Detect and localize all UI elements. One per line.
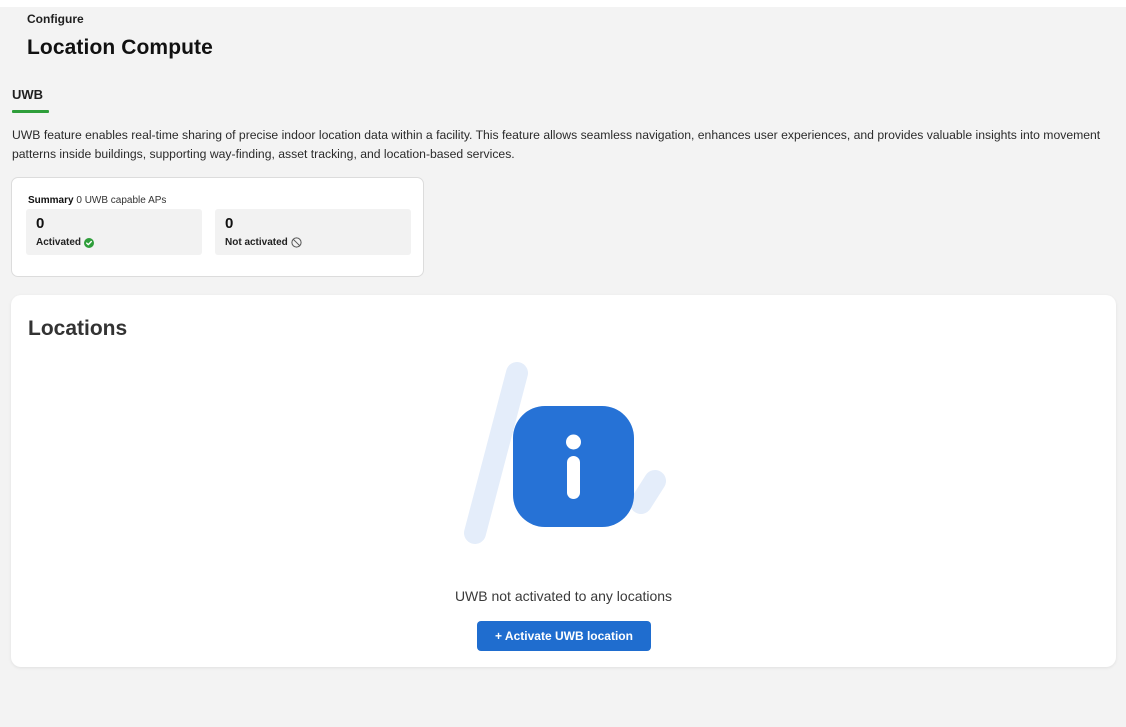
locations-card: Locations UWB not activated to any locat…	[11, 295, 1116, 667]
not-activated-count: 0	[225, 215, 234, 232]
breadcrumb[interactable]: Configure	[27, 12, 84, 26]
empty-state-illustration	[464, 362, 666, 544]
active-tab-indicator	[12, 110, 49, 113]
summary-ap-count: 0 UWB capable APs	[76, 195, 167, 206]
empty-state-text: UWB not activated to any locations	[454, 588, 673, 604]
check-circle-icon	[84, 237, 95, 248]
not-activated-label: Not activated	[225, 237, 288, 248]
summary-heading: Summary 0 UWB capable APs	[28, 195, 166, 206]
decor-bar-left	[464, 362, 528, 544]
feature-description: UWB feature enables real-time sharing of…	[12, 128, 1101, 161]
decor-bar-right	[630, 470, 666, 514]
locations-title: Locations	[28, 317, 128, 340]
activated-stat: 0 Activated	[26, 209, 202, 255]
prohibited-icon	[291, 237, 302, 248]
not-activated-stat: 0 Not activated	[215, 209, 411, 255]
top-strip	[0, 0, 1126, 7]
tab-uwb[interactable]: UWB	[12, 87, 43, 102]
activated-label-row: Activated	[36, 237, 95, 248]
not-activated-label-row: Not activated	[225, 237, 302, 248]
summary-card: Summary 0 UWB capable APs 0 Activated 0 …	[11, 177, 424, 277]
summary-title: Summary	[28, 195, 74, 206]
activated-label: Activated	[36, 237, 82, 248]
activated-count: 0	[36, 215, 45, 232]
page-title: Location Compute	[27, 36, 213, 59]
activate-uwb-location-button[interactable]: + Activate UWB location	[477, 621, 651, 651]
